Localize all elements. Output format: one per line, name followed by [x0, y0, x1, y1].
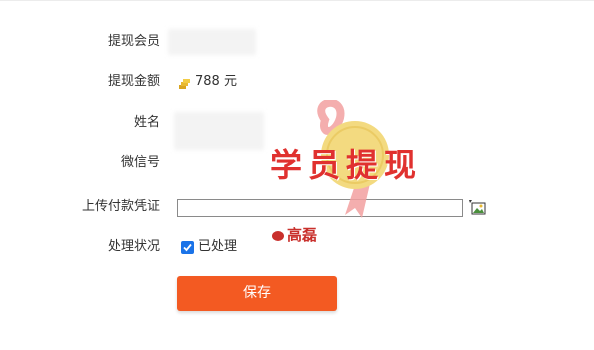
member-row: 提现会员: [0, 27, 594, 57]
coin-icon: [179, 75, 191, 89]
wechat-label: 微信号: [120, 155, 160, 170]
image-upload-icon[interactable]: [468, 199, 486, 215]
processed-checkbox[interactable]: [181, 241, 194, 254]
status-label: 处理状况: [107, 239, 160, 254]
watermark-dot-icon: [272, 231, 284, 241]
amount-label: 提现金额: [107, 74, 160, 89]
save-button[interactable]: 保存: [177, 276, 337, 311]
member-value-redacted: [168, 29, 256, 55]
watermark-signature: 高磊: [272, 224, 317, 245]
voucher-label: 上传付款凭证: [81, 199, 160, 214]
voucher-row: 上传付款凭证: [0, 192, 594, 222]
amount-row: 提现金额 788 元: [0, 67, 594, 97]
check-icon: [183, 243, 192, 252]
top-divider: [0, 0, 594, 1]
member-label: 提现会员: [107, 34, 160, 49]
watermark-signature-text: 高磊: [287, 226, 318, 244]
watermark-text: 学员提现: [270, 146, 423, 184]
processed-checkbox-label[interactable]: 已处理: [198, 232, 237, 262]
name-label: 姓名: [133, 115, 160, 130]
name-row: 姓名: [0, 108, 594, 150]
amount-value: 788 元: [195, 74, 237, 89]
name-value-redacted: [174, 112, 264, 150]
